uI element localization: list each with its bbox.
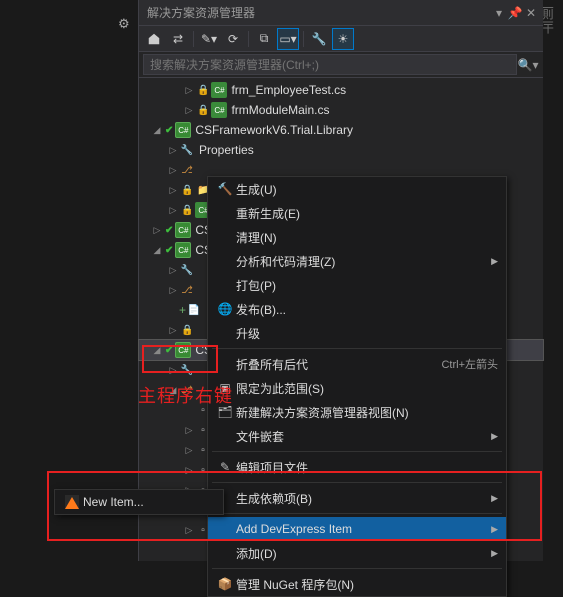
csproj-icon: C# bbox=[175, 342, 191, 358]
search-icon[interactable]: 🔍▾ bbox=[517, 58, 539, 72]
menu-separator bbox=[212, 513, 502, 514]
collapse-all-icon[interactable]: ⧉ bbox=[253, 28, 275, 50]
wrench-icon: 🔧 bbox=[179, 262, 195, 278]
chevron-right-icon: ▶ bbox=[486, 524, 498, 535]
check-icon: ✔ bbox=[165, 245, 173, 256]
close-icon[interactable]: ✕ bbox=[523, 6, 539, 20]
context-menu: 🔨生成(U) 重新生成(E) 清理(N) 分析和代码清理(Z)▶ 打包(P) 🌐… bbox=[207, 176, 507, 597]
devexpress-icon bbox=[61, 495, 83, 509]
plus-icon: + bbox=[179, 303, 186, 317]
lock-icon: 🔒 bbox=[197, 85, 209, 96]
menu-separator bbox=[212, 482, 502, 483]
menu-separator bbox=[212, 568, 502, 569]
menu-editproj[interactable]: ✎编辑项目文件 bbox=[208, 455, 506, 479]
globe-icon: 🌐 bbox=[214, 302, 236, 316]
pending-changes-icon[interactable]: ✎▾ bbox=[198, 28, 220, 50]
search-input[interactable] bbox=[143, 54, 517, 75]
menu-nesting[interactable]: 文件嵌套▶ bbox=[208, 424, 506, 448]
menu-collapse[interactable]: 折叠所有后代Ctrl+左箭头 bbox=[208, 352, 506, 376]
cs-file-icon: C# bbox=[211, 102, 227, 118]
switch-view-icon[interactable]: ⇄ bbox=[167, 28, 189, 50]
preview-selected-icon[interactable]: ☀ bbox=[332, 28, 354, 50]
menu-publish[interactable]: 🌐发布(B)... bbox=[208, 297, 506, 321]
lock-icon: 🔒 bbox=[197, 105, 209, 116]
csproj-icon: C# bbox=[175, 242, 191, 258]
chevron-right-icon: ▶ bbox=[486, 431, 498, 442]
menu-clean[interactable]: 清理(N) bbox=[208, 225, 506, 249]
check-icon: ✔ bbox=[165, 345, 173, 356]
menu-add-devexpress[interactable]: Add DevExpress Item▶ bbox=[208, 517, 506, 541]
menu-builddep[interactable]: 生成依赖项(B)▶ bbox=[208, 486, 506, 510]
check-icon: ✔ bbox=[165, 125, 173, 136]
sync-icon[interactable]: ⟳ bbox=[222, 28, 244, 50]
check-icon: ✔ bbox=[165, 225, 173, 236]
annotation-label: 主程序右键 bbox=[138, 382, 233, 408]
menu-separator bbox=[212, 451, 502, 452]
chevron-right-icon: ▶ bbox=[486, 548, 498, 559]
file-icon: 📄 bbox=[186, 302, 202, 318]
menu-scope[interactable]: ▣限定为此范围(S) bbox=[208, 376, 506, 400]
toolbar: ⇄ ✎▾ ⟳ ⧉ ▭▾ 🔧 ☀ bbox=[139, 26, 543, 52]
panel-title-bar: 解决方案资源管理器 ▾ 📌 ✕ bbox=[139, 0, 543, 26]
pin-icon[interactable]: 📌 bbox=[507, 6, 523, 20]
menu-nuget[interactable]: 📦管理 NuGet 程序包(N) bbox=[208, 572, 506, 596]
menu-rebuild[interactable]: 重新生成(E) bbox=[208, 201, 506, 225]
wrench-icon: 🔧 bbox=[179, 142, 195, 158]
separator bbox=[193, 31, 194, 47]
submenu-new-item[interactable]: New Item... bbox=[55, 490, 223, 514]
submenu-devexpress: New Item... bbox=[54, 489, 224, 515]
gear-icon[interactable]: ⚙ bbox=[118, 16, 130, 32]
menu-upgrade[interactable]: 升级 bbox=[208, 321, 506, 345]
separator bbox=[303, 31, 304, 47]
search-bar: 🔍▾ bbox=[139, 52, 543, 78]
edit-icon: ✎ bbox=[214, 460, 236, 474]
menu-analyze[interactable]: 分析和代码清理(Z)▶ bbox=[208, 249, 506, 273]
separator bbox=[248, 31, 249, 47]
build-icon: 🔨 bbox=[214, 182, 236, 196]
panel-title: 解决方案资源管理器 bbox=[143, 4, 491, 21]
lock-icon: 🔒 bbox=[181, 205, 193, 216]
nuget-icon: 📦 bbox=[214, 577, 236, 591]
menu-newview[interactable]: 🗂新建解决方案资源管理器视图(N) bbox=[208, 400, 506, 424]
lock-icon: 🔒 bbox=[181, 325, 193, 336]
branch-icon: ⎇ bbox=[179, 282, 195, 298]
dropdown-icon[interactable]: ▾ bbox=[491, 6, 507, 20]
cs-file-icon: C# bbox=[211, 82, 227, 98]
tree-properties[interactable]: 🔧Properties bbox=[139, 140, 543, 160]
tree-file[interactable]: 🔒C#frmModuleMain.cs bbox=[139, 100, 543, 120]
tree-file[interactable]: 🔒C#frm_EmployeeTest.cs bbox=[139, 80, 543, 100]
csproj-icon: C# bbox=[175, 222, 191, 238]
chevron-right-icon: ▶ bbox=[486, 256, 498, 267]
menu-add[interactable]: 添加(D)▶ bbox=[208, 541, 506, 565]
properties-icon[interactable]: 🔧 bbox=[308, 28, 330, 50]
menu-build[interactable]: 🔨生成(U) bbox=[208, 177, 506, 201]
csproj-icon: C# bbox=[175, 122, 191, 138]
home-icon[interactable] bbox=[143, 28, 165, 50]
branch-icon: ⎇ bbox=[179, 162, 195, 178]
chevron-right-icon: ▶ bbox=[486, 493, 498, 504]
show-all-files-icon[interactable]: ▭▾ bbox=[277, 28, 299, 50]
menu-pack[interactable]: 打包(P) bbox=[208, 273, 506, 297]
tree-project[interactable]: ✔C#CSFrameworkV6.Trial.Library bbox=[139, 120, 543, 140]
wrench-icon: 🔧 bbox=[179, 362, 195, 378]
menu-separator bbox=[212, 348, 502, 349]
lock-icon: 🔒 bbox=[181, 185, 193, 196]
